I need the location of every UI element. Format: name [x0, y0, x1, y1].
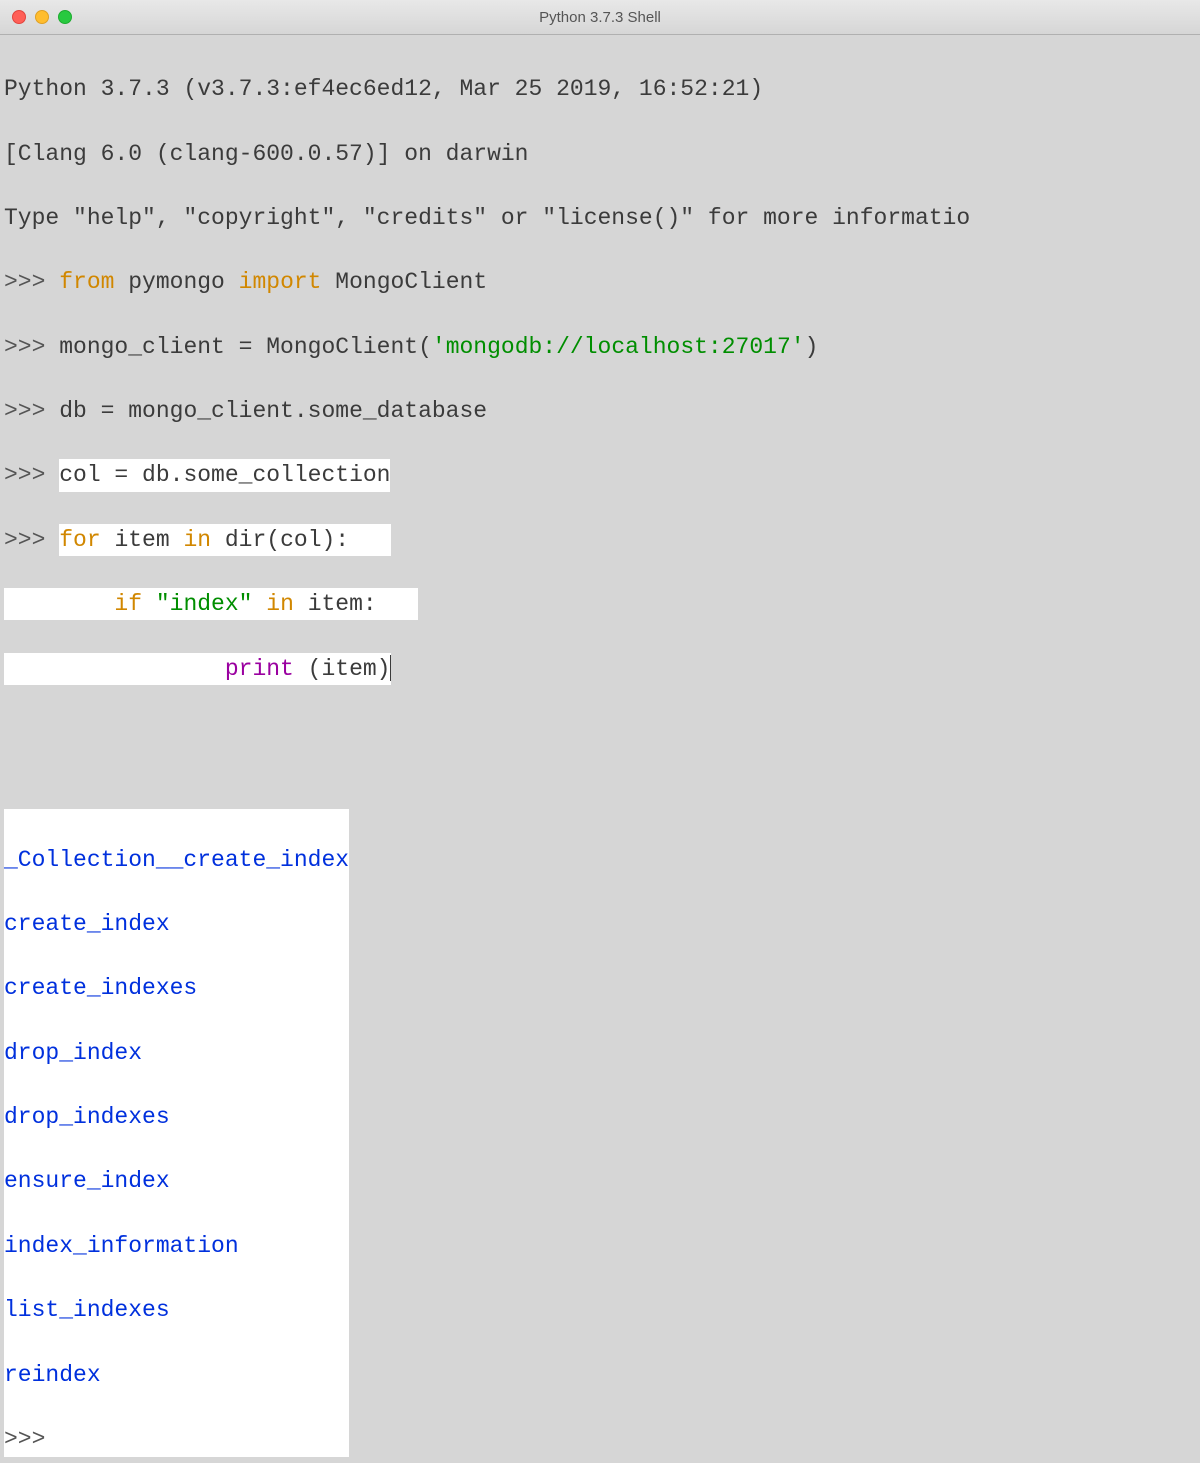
highlighted-code: if "index" in item: — [4, 588, 418, 620]
banner-line: [Clang 6.0 (clang-600.0.57)] on darwin — [4, 138, 1196, 170]
prompt: >>> — [4, 398, 59, 424]
banner-line: Python 3.7.3 (v3.7.3:ef4ec6ed12, Mar 25 … — [4, 73, 1196, 105]
code-text: ) — [805, 334, 819, 360]
prompt: >>> — [4, 527, 59, 553]
code-text: db = mongo_client.some_database — [59, 398, 487, 424]
shell-content[interactable]: Python 3.7.3 (v3.7.3:ef4ec6ed12, Mar 25 … — [0, 35, 1200, 1463]
output-line: drop_indexes — [4, 1101, 349, 1133]
repl-line: >>> col = db.some_collection — [4, 459, 1196, 491]
window-title: Python 3.7.3 Shell — [539, 7, 661, 28]
output-line: index_information — [4, 1230, 349, 1262]
maximize-icon[interactable] — [58, 10, 72, 24]
code-text: MongoClient — [322, 269, 488, 295]
highlighted-code: for item in dir(col): — [59, 524, 390, 556]
code-text: mongo_client = MongoClient( — [59, 334, 432, 360]
code-text: item — [101, 527, 184, 553]
blank-line — [4, 717, 1196, 749]
repl-line: >>> for item in dir(col): — [4, 524, 1196, 556]
highlighted-code: col = db.some_collection — [59, 459, 390, 491]
output-line: drop_index — [4, 1037, 349, 1069]
code-text: item: — [294, 591, 377, 617]
keyword-in: in — [183, 527, 211, 553]
space — [252, 591, 266, 617]
window-titlebar: Python 3.7.3 Shell — [0, 0, 1200, 35]
repl-line: >>> from pymongo import MongoClient — [4, 266, 1196, 298]
prompt: >>> — [4, 334, 59, 360]
repl-line: >>> mongo_client = MongoClient('mongodb:… — [4, 331, 1196, 363]
indent — [4, 591, 114, 617]
prompt: >>> — [4, 1426, 59, 1452]
prompt: >>> — [4, 462, 59, 488]
output-line: reindex — [4, 1359, 349, 1391]
repl-line: >>> db = mongo_client.some_database — [4, 395, 1196, 427]
output-line: ensure_index — [4, 1165, 349, 1197]
banner-line: Type "help", "copyright", "credits" or "… — [4, 202, 1196, 234]
keyword-if: if — [114, 591, 142, 617]
indent — [4, 656, 225, 682]
string-literal: "index" — [156, 591, 253, 617]
repl-line: if "index" in item: — [4, 588, 1196, 620]
traffic-lights — [12, 10, 72, 24]
output-line: create_index — [4, 908, 349, 940]
keyword-from: from — [59, 269, 114, 295]
highlighted-code: print (item) — [4, 653, 391, 685]
code-text: dir(col): — [211, 527, 349, 553]
string-literal: 'mongodb://localhost:27017' — [432, 334, 805, 360]
code-text: pymongo — [114, 269, 238, 295]
space — [142, 591, 156, 617]
keyword-in: in — [266, 591, 294, 617]
output-line: list_indexes — [4, 1294, 349, 1326]
minimize-icon[interactable] — [35, 10, 49, 24]
prompt: >>> — [4, 269, 59, 295]
text-cursor-icon — [390, 655, 391, 681]
output-block: _Collection__create_index create_index c… — [4, 809, 349, 1457]
repl-line: print (item) — [4, 653, 1196, 685]
output-line: _Collection__create_index — [4, 844, 349, 876]
builtin-print: print — [225, 656, 294, 682]
keyword-import: import — [239, 269, 322, 295]
code-text: (item) — [294, 656, 391, 682]
close-icon[interactable] — [12, 10, 26, 24]
keyword-for: for — [59, 527, 100, 553]
output-line: create_indexes — [4, 972, 349, 1004]
